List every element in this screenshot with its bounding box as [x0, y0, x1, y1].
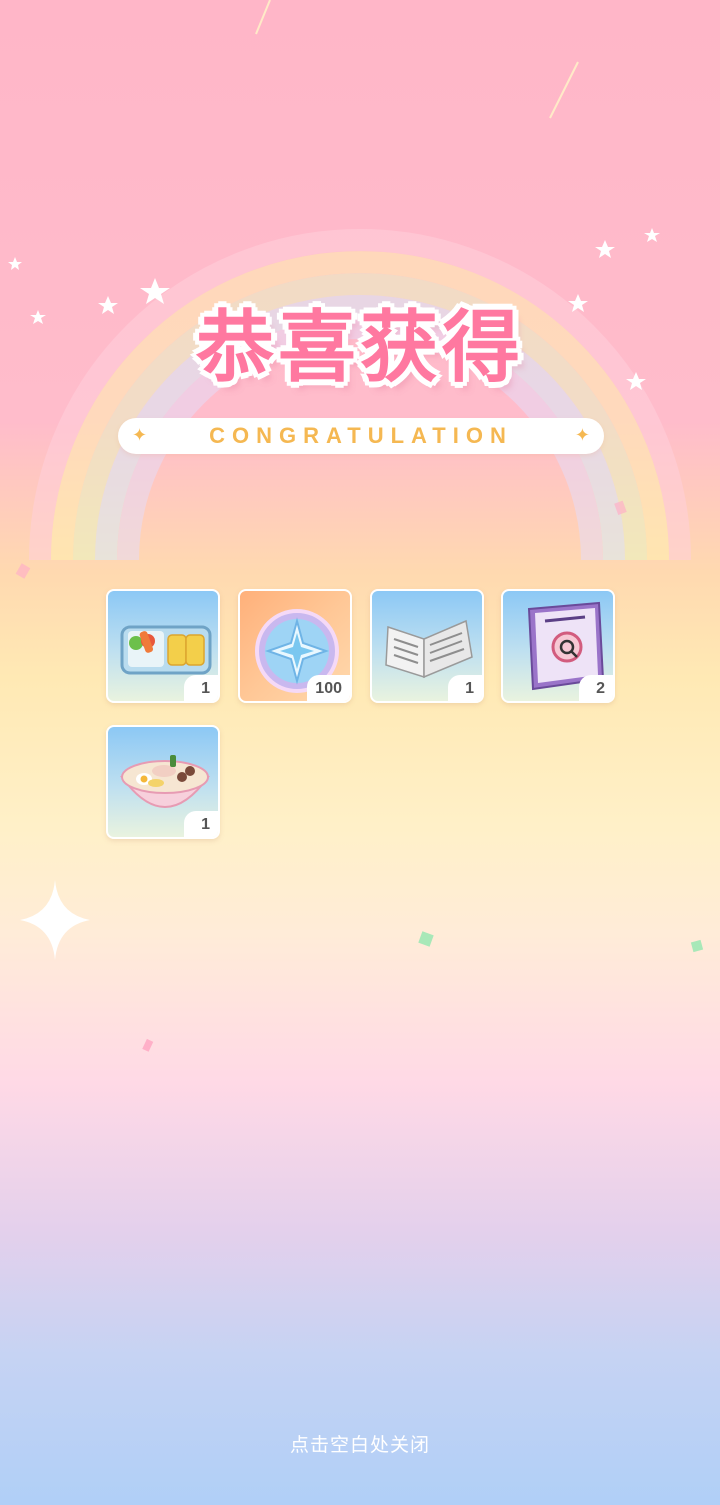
reward-item-coin[interactable]: 100 [238, 589, 352, 703]
confetti-decoration [418, 931, 704, 953]
reward-item-ramen[interactable]: 1 [106, 725, 220, 839]
congratulation-title: 恭喜获得 [195, 303, 524, 393]
close-hint-text[interactable]: 点击空白处关闭 [0, 1430, 720, 1457]
confetti-decoration [142, 1038, 154, 1052]
reward-quantity: 1 [184, 811, 218, 837]
sparkle-icon: ✦ [132, 425, 148, 446]
reward-quantity: 2 [579, 675, 613, 701]
congratulation-subtitle: CONGRATULATION [209, 423, 513, 448]
reward-item-notebook[interactable]: 2 [501, 589, 615, 703]
reward-quantity: 100 [307, 675, 350, 701]
congratulation-banner: ✦ CONGRATULATION ✦ [118, 418, 604, 454]
sparkle-icon [20, 880, 90, 960]
reward-item-bento[interactable]: 1 [106, 589, 220, 703]
sparkle-icon: ✦ [574, 425, 590, 446]
reward-item-newspaper[interactable]: 1 [370, 589, 484, 703]
reward-quantity: 1 [184, 675, 218, 701]
reward-quantity: 1 [448, 675, 482, 701]
